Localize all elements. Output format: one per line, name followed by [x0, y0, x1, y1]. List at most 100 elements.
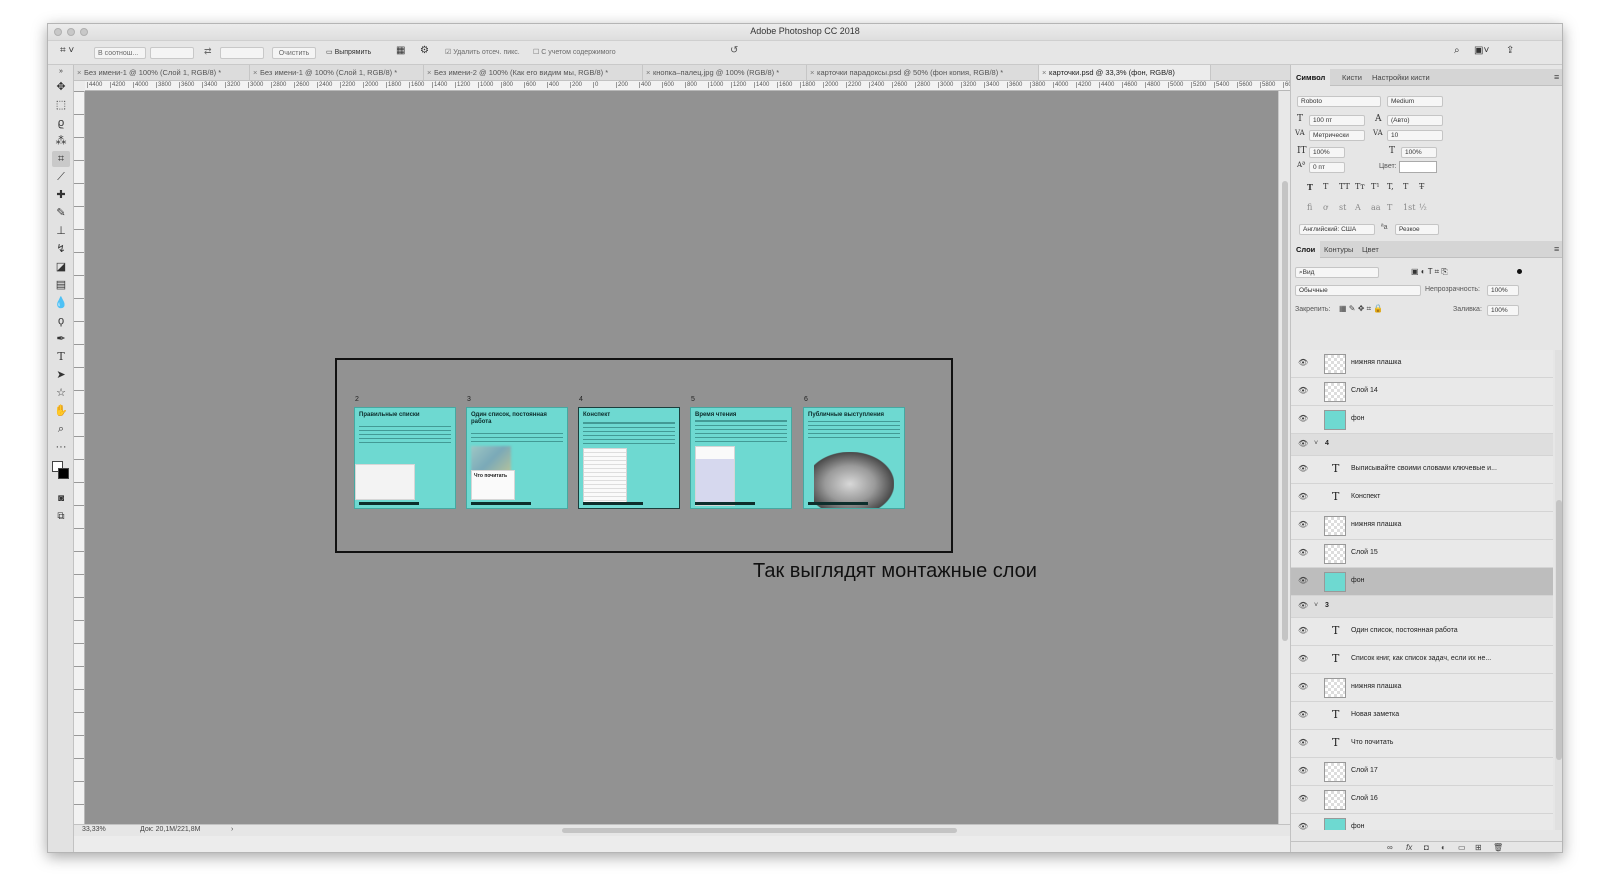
close-icon[interactable]: × — [646, 65, 650, 80]
visibility-eye-icon[interactable]: 👁 — [1298, 682, 1308, 691]
zoom-tool-icon[interactable]: ⌕ — [52, 421, 70, 437]
document-canvas[interactable]: 2 Правильные списки 3 Один список, посто… — [85, 91, 1278, 824]
doc-tab[interactable]: × карточки парадоксы.psd @ 50% (фон копия… — [807, 65, 1039, 80]
layer-row[interactable]: 👁 нижняя плашка — [1291, 674, 1553, 702]
width-field[interactable] — [150, 47, 194, 59]
doc-tab[interactable]: × Без имени-2 @ 100% (Как его видим мы, R… — [424, 65, 643, 80]
close-icon[interactable]: × — [253, 65, 257, 80]
text-style-button[interactable]: T̶ — [1419, 182, 1424, 191]
history-brush-tool-icon[interactable]: ↯ — [52, 241, 70, 257]
text-color-swatch[interactable] — [1399, 161, 1437, 173]
fill-field[interactable]: 100% — [1487, 305, 1519, 316]
opentype-button[interactable]: ơ — [1323, 203, 1328, 212]
layer-filter-select[interactable]: ⌕Вид — [1295, 267, 1379, 278]
layer-row[interactable]: 👁 Слой 17 — [1291, 758, 1553, 786]
brush-tool-icon[interactable]: ✎ — [52, 205, 70, 221]
layer-row[interactable]: 👁 фон — [1291, 568, 1553, 596]
font-family-select[interactable]: Roboto — [1297, 96, 1381, 107]
visibility-eye-icon[interactable]: 👁 — [1298, 439, 1308, 448]
visibility-eye-icon[interactable]: 👁 — [1298, 601, 1308, 610]
layer-row[interactable]: 👁 T Что почитать — [1291, 730, 1553, 758]
status-menu-arrow-icon[interactable]: › — [231, 826, 233, 833]
doc-tab[interactable]: × кнопка–палец.jpg @ 100% (RGB/8) * — [643, 65, 807, 80]
font-style-select[interactable]: Medium — [1387, 96, 1443, 107]
panel-menu-icon[interactable]: ≡ — [1549, 241, 1562, 258]
stamp-tool-icon[interactable]: ⊥ — [52, 223, 70, 239]
fx-icon[interactable]: fx — [1406, 843, 1412, 852]
grid-overlay-icon[interactable]: ▦ — [396, 45, 405, 57]
close-icon[interactable]: × — [77, 65, 81, 80]
lasso-tool-icon[interactable]: ϱ — [52, 115, 70, 131]
doc-tab[interactable]: × Без имени-1 @ 100% (Слой 1, RGB/8) * — [250, 65, 424, 80]
adjustment-layer-icon[interactable]: ◐ — [1441, 843, 1446, 852]
lock-icons[interactable]: ▦ ✎ ✥ ⌗ 🔒 — [1339, 304, 1383, 314]
horizontal-scale-field[interactable]: 100% — [1401, 147, 1437, 158]
visibility-eye-icon[interactable]: 👁 — [1298, 520, 1308, 529]
tab-paths[interactable]: Контуры — [1319, 241, 1358, 258]
layer-row[interactable]: 👁 фон — [1291, 814, 1553, 830]
language-select[interactable]: Английский: США — [1299, 224, 1375, 235]
tab-layers[interactable]: Слои — [1291, 241, 1321, 258]
background-color-swatch[interactable] — [58, 468, 69, 479]
gear-icon[interactable]: ⚙ — [420, 45, 429, 57]
type-tool-icon[interactable]: T — [52, 349, 70, 365]
opacity-field[interactable]: 100% — [1487, 285, 1519, 296]
visibility-eye-icon[interactable]: 👁 — [1298, 794, 1308, 803]
more-tools-icon[interactable]: ··· — [52, 439, 70, 455]
layers-scroll-thumb[interactable] — [1556, 500, 1562, 760]
blend-mode-select[interactable]: Обычные — [1295, 285, 1421, 296]
scroll-thumb[interactable] — [1282, 181, 1288, 641]
content-aware-checkbox[interactable]: ☐ С учетом содержимого — [533, 47, 616, 59]
close-icon[interactable]: × — [1042, 65, 1046, 80]
straighten-button[interactable]: ▭ Выпрямить — [326, 47, 371, 59]
tab-brushes[interactable]: Кисти — [1337, 69, 1367, 86]
chevron-down-icon[interactable]: ˅ — [1314, 602, 1318, 609]
reset-icon[interactable]: ↺ — [730, 45, 738, 57]
text-style-button[interactable]: T — [1403, 182, 1408, 191]
height-field[interactable] — [220, 47, 264, 59]
eraser-tool-icon[interactable]: ◪ — [52, 259, 70, 275]
share-icon[interactable]: ⇪ — [1506, 45, 1514, 57]
add-mask-icon[interactable]: ◘ — [1424, 843, 1429, 852]
magic-wand-tool-icon[interactable]: ⁂ — [52, 133, 70, 149]
visibility-eye-icon[interactable]: 👁 — [1298, 414, 1308, 423]
visibility-eye-icon[interactable]: 👁 — [1298, 492, 1308, 501]
tab-color[interactable]: Цвет — [1357, 241, 1384, 258]
font-size-field[interactable]: 100 пт — [1309, 115, 1365, 126]
text-style-button[interactable]: TT — [1339, 182, 1350, 191]
opentype-button[interactable]: st — [1339, 203, 1346, 212]
quick-mask-icon[interactable]: ◙ — [52, 491, 70, 507]
delete-layer-icon[interactable]: 🗑 — [1493, 843, 1503, 852]
marquee-tool-icon[interactable]: ⬚ — [52, 97, 70, 113]
layer-row[interactable]: 👁 нижняя плашка — [1291, 512, 1553, 540]
visibility-eye-icon[interactable]: 👁 — [1298, 710, 1308, 719]
opentype-button[interactable]: aa — [1371, 203, 1381, 212]
gradient-tool-icon[interactable]: ▤ — [52, 277, 70, 293]
crop-tool-icon[interactable]: ⌗ — [52, 151, 70, 167]
layer-row[interactable]: 👁 Слой 14 — [1291, 378, 1553, 406]
move-tool-icon[interactable]: ✥ — [52, 79, 70, 95]
tab-character[interactable]: Символ — [1291, 69, 1331, 86]
dodge-tool-icon[interactable]: ϙ — [52, 313, 70, 329]
opentype-button[interactable]: A — [1355, 203, 1361, 212]
visibility-eye-icon[interactable]: 👁 — [1298, 822, 1308, 830]
ratio-select[interactable]: В соотнош... — [94, 47, 146, 59]
swap-icon[interactable]: ⇄ — [204, 45, 212, 57]
layer-row[interactable]: 👁 T Выписывайте своими словами ключевые и.… — [1291, 456, 1553, 484]
workspace-icon[interactable]: ▣˅ — [1474, 45, 1489, 57]
layer-row[interactable]: 👁 T Список книг, как список задач, если их… — [1291, 646, 1553, 674]
text-style-button[interactable]: T — [1323, 182, 1328, 191]
layer-row[interactable]: 👁 нижняя плашка — [1291, 350, 1553, 378]
visibility-eye-icon[interactable]: 👁 — [1298, 626, 1308, 635]
collapse-tools-icon[interactable]: » — [52, 68, 70, 76]
baseline-field[interactable]: 0 пт — [1309, 162, 1345, 173]
visibility-eye-icon[interactable]: 👁 — [1298, 738, 1308, 747]
text-style-button[interactable]: T, — [1387, 182, 1394, 191]
leading-field[interactable]: (Авто) — [1387, 115, 1443, 126]
filter-icons[interactable]: ▣ ◐ T ⌗ ⎘ — [1411, 267, 1448, 277]
zoom-level[interactable]: 33,33% — [82, 826, 106, 833]
doc-tab-active[interactable]: × карточки.psd @ 33,3% (фон, RGB/8) — [1039, 65, 1211, 80]
layer-row[interactable]: 👁 Слой 16 — [1291, 786, 1553, 814]
opentype-button[interactable]: 1st — [1403, 203, 1415, 212]
screen-mode-icon[interactable]: ⧉ — [52, 509, 70, 525]
